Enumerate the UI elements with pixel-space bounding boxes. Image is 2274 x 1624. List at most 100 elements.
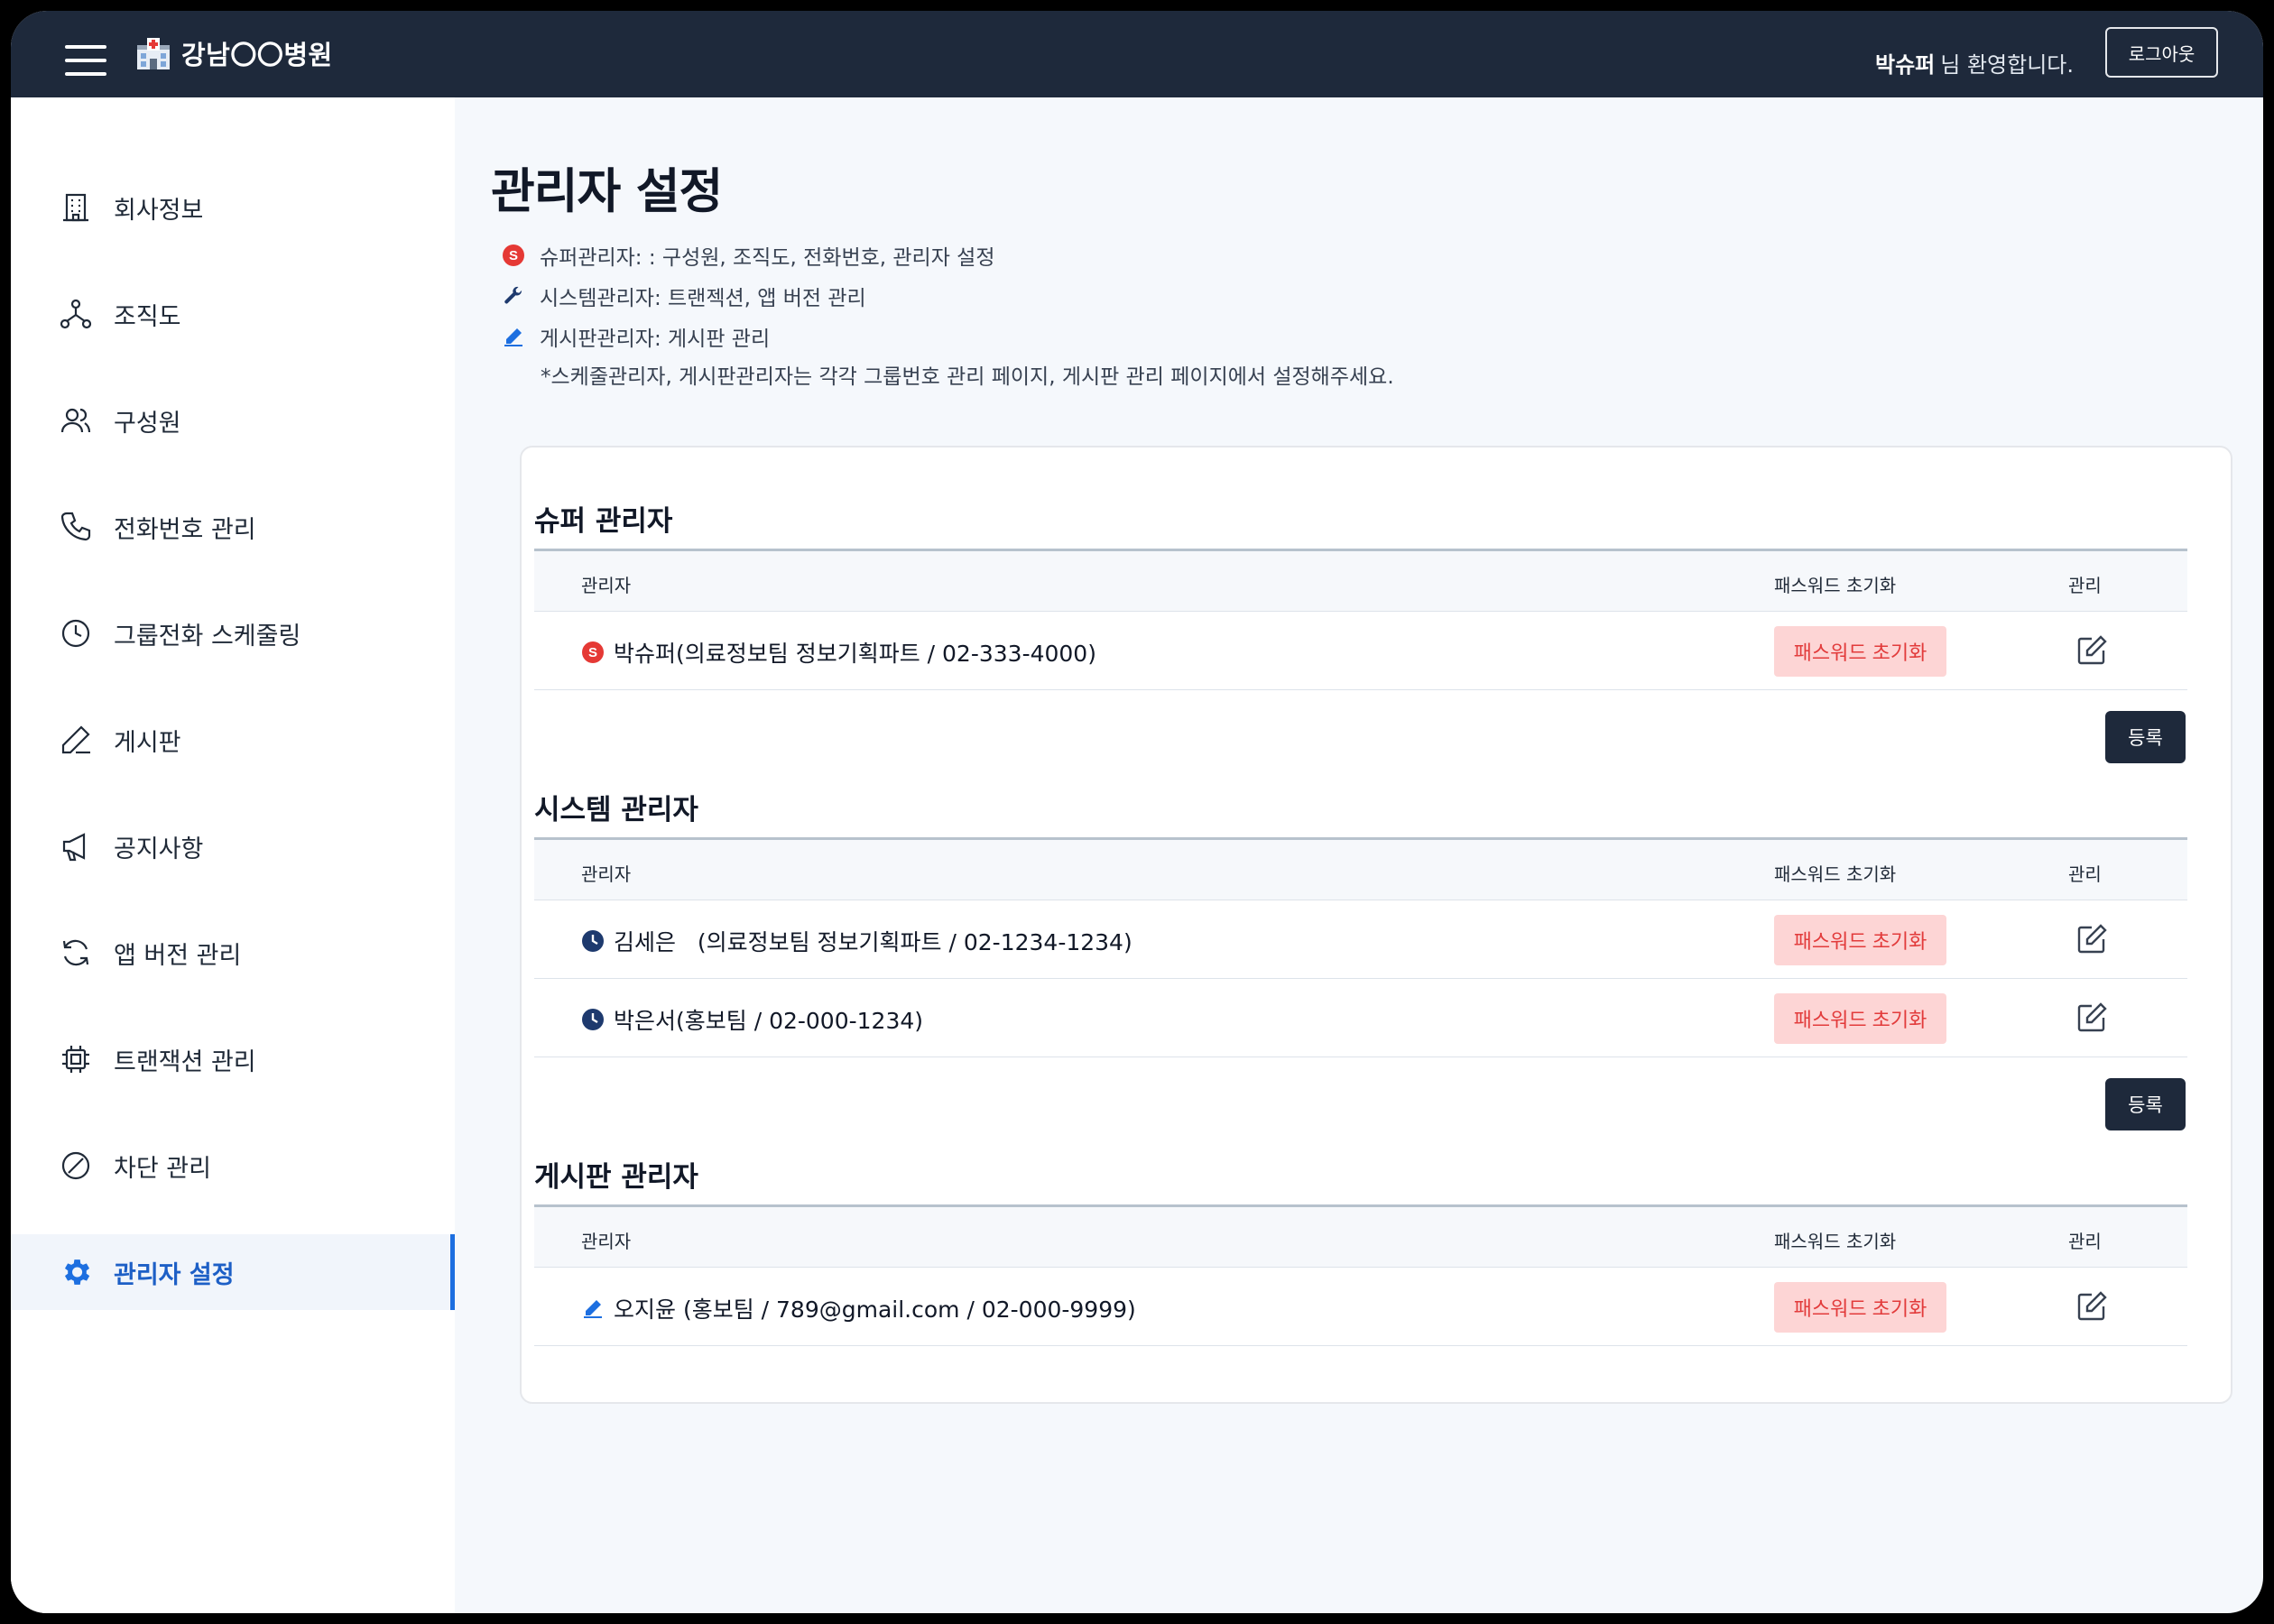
note-text: *스케줄관리자, 게시판관리자는 각각 그룹번호 관리 페이지, 게시판 관리 …: [541, 365, 1394, 389]
org-chart-icon: [58, 296, 94, 332]
legend-super: S 슈퍼관리자: : 구성원, 조직도, 전화번호, 관리자 설정: [502, 240, 995, 271]
block-icon: [58, 1148, 94, 1184]
logout-button[interactable]: 로그아웃: [2105, 27, 2218, 78]
table-row: 박은서(홍보팀 / 02-000-1234) 패스워드 초기화: [534, 979, 2187, 1057]
app-window: 강남〇〇병원 박슈퍼 님 환영합니다. 로그아웃 회사정보 조직도 구성원 전화…: [11, 11, 2263, 1613]
table-row: S 박슈퍼(의료정보팀 정보기획파트 / 02-333-4000) 패스워드 초…: [534, 612, 2187, 690]
col-admin: 관리자: [581, 863, 632, 885]
sidebar-item-label: 차단 관리: [114, 1154, 211, 1183]
table-header: 관리자 패스워드 초기화 관리: [534, 549, 2187, 612]
users-icon: [58, 402, 94, 438]
board-admin-table: 관리자 패스워드 초기화 관리 오지윤 (홍보팀 / 789@gmail.com…: [534, 1204, 2187, 1346]
sidebar-item-label: 앱 버전 관리: [114, 941, 242, 970]
svg-text:S: S: [509, 248, 518, 263]
sidebar-item-admin-settings[interactable]: 관리자 설정: [11, 1234, 455, 1310]
section-title-system: 시스템 관리자: [534, 794, 698, 826]
admin-name-cell: 오지윤 (홍보팀 / 789@gmail.com / 02-000-9999): [581, 1292, 1136, 1324]
col-manage: 관리: [2068, 1231, 2102, 1252]
admin-name: 박슈퍼(의료정보팀 정보기획파트 / 02-333-4000): [614, 641, 1096, 667]
hospital-icon: [137, 38, 170, 69]
sidebar-item-group-call-scheduling[interactable]: 그룹전화 스케줄링: [11, 595, 455, 671]
sidebar-item-transaction[interactable]: 트랜잭션 관리: [11, 1021, 455, 1097]
reset-password-button[interactable]: 패스워드 초기화: [1774, 626, 1946, 677]
sidebar-item-label: 게시판: [114, 728, 181, 757]
sidebar-item-label: 구성원: [114, 409, 181, 438]
col-manage: 관리: [2068, 575, 2102, 596]
table-row: 오지윤 (홍보팀 / 789@gmail.com / 02-000-9999) …: [534, 1268, 2187, 1346]
reset-password-button[interactable]: 패스워드 초기화: [1774, 1282, 1946, 1333]
sidebar-item-block-management[interactable]: 차단 관리: [11, 1128, 455, 1204]
register-button-super[interactable]: 등록: [2105, 711, 2186, 763]
admin-name-cell: 김세은 (의료정보팀 정보기획파트 / 02-1234-1234): [581, 925, 1132, 957]
sidebar-item-label: 조직도: [114, 302, 181, 331]
edit-icon[interactable]: [2075, 634, 2108, 667]
pen-blue-icon: [502, 325, 525, 348]
admin-card: 슈퍼 관리자 관리자 패스워드 초기화 관리 S 박슈퍼(의료정보팀 정보기획파…: [520, 446, 2232, 1404]
building-icon: [58, 189, 94, 226]
super-badge-icon: S: [581, 641, 605, 664]
sidebar-item-members[interactable]: 구성원: [11, 383, 455, 458]
admin-name: 박은서(홍보팀 / 02-000-1234): [614, 1008, 924, 1034]
admin-name-cell: 박은서(홍보팀 / 02-000-1234): [581, 1003, 923, 1036]
legend-text: 시스템관리자: 트랜젝션, 앱 버전 관리: [540, 287, 866, 310]
welcome-text: 박슈퍼 님 환영합니다.: [1875, 47, 2074, 78]
super-badge-icon: S: [502, 244, 525, 267]
sidebar-item-app-version[interactable]: 앱 버전 관리: [11, 915, 455, 991]
wrench-icon: [502, 284, 525, 308]
super-admin-table: 관리자 패스워드 초기화 관리 S 박슈퍼(의료정보팀 정보기획파트 / 02-…: [534, 549, 2187, 690]
admin-name: 김세은 (의료정보팀 정보기획파트 / 02-1234-1234): [614, 929, 1132, 955]
sidebar-item-org-chart[interactable]: 조직도: [11, 276, 455, 352]
chip-icon: [58, 1041, 94, 1077]
sidebar-item-board[interactable]: 게시판: [11, 702, 455, 778]
register-button-system[interactable]: 등록: [2105, 1078, 2186, 1130]
menu-icon[interactable]: [65, 45, 106, 76]
sidebar-item-label: 트랜잭션 관리: [114, 1047, 256, 1076]
legend-text: 슈퍼관리자: : 구성원, 조직도, 전화번호, 관리자 설정: [540, 246, 995, 270]
sidebar-item-label: 회사정보: [114, 196, 204, 225]
sidebar-item-company-info[interactable]: 회사정보: [11, 170, 455, 245]
megaphone-icon: [58, 828, 94, 864]
svg-text:S: S: [588, 645, 597, 660]
col-reset: 패스워드 초기화: [1774, 863, 1897, 885]
legend-system: 시스템관리자: 트랜젝션, 앱 버전 관리: [502, 281, 866, 311]
col-reset: 패스워드 초기화: [1774, 1231, 1897, 1252]
edit-icon[interactable]: [2075, 1001, 2108, 1034]
reset-password-button[interactable]: 패스워드 초기화: [1774, 993, 1946, 1044]
col-manage: 관리: [2068, 863, 2102, 885]
refresh-icon: [58, 935, 94, 971]
table-header: 관리자 패스워드 초기화 관리: [534, 837, 2187, 900]
pen-icon: [58, 722, 94, 758]
hospital-name: 강남〇〇병원: [181, 40, 333, 70]
logo[interactable]: 강남〇〇병원: [134, 34, 333, 72]
phone-icon: [58, 509, 94, 545]
col-admin: 관리자: [581, 1231, 632, 1252]
edit-icon[interactable]: [2075, 923, 2108, 955]
reset-password-button[interactable]: 패스워드 초기화: [1774, 915, 1946, 965]
edit-icon[interactable]: [2075, 1290, 2108, 1323]
legend-board: 게시판관리자: 게시판 관리: [502, 321, 770, 352]
section-title-super: 슈퍼 관리자: [534, 505, 673, 538]
table-header: 관리자 패스워드 초기화 관리: [534, 1204, 2187, 1268]
sidebar-item-phone-management[interactable]: 전화번호 관리: [11, 489, 455, 565]
page-title: 관리자 설정: [491, 164, 723, 219]
pen-blue-icon: [581, 1296, 605, 1320]
main-content: 관리자 설정 S 슈퍼관리자: : 구성원, 조직도, 전화번호, 관리자 설정…: [455, 97, 2263, 1613]
sidebar-item-label: 공지사항: [114, 835, 204, 863]
sidebar-item-label: 관리자 설정: [114, 1260, 235, 1289]
welcome-suffix: 님 환영합니다.: [1940, 52, 2074, 78]
legend-text: 게시판관리자: 게시판 관리: [540, 328, 771, 351]
clock-icon: [58, 615, 94, 651]
sidebar-item-label: 전화번호 관리: [114, 515, 256, 544]
col-reset: 패스워드 초기화: [1774, 575, 1897, 596]
clock-filled-icon: [581, 1008, 605, 1031]
table-row: 김세은 (의료정보팀 정보기획파트 / 02-1234-1234) 패스워드 초…: [534, 900, 2187, 979]
admin-name: 오지윤 (홍보팀 / 789@gmail.com / 02-000-9999): [614, 1296, 1136, 1323]
gear-icon: [58, 1254, 94, 1290]
top-bar: 강남〇〇병원 박슈퍼 님 환영합니다. 로그아웃: [11, 11, 2263, 97]
sidebar: 회사정보 조직도 구성원 전화번호 관리 그룹전화 스케줄링 게시판 공지사항 …: [11, 97, 455, 1613]
col-admin: 관리자: [581, 575, 632, 596]
sidebar-item-notices[interactable]: 공지사항: [11, 808, 455, 884]
admin-name-cell: S 박슈퍼(의료정보팀 정보기획파트 / 02-333-4000): [581, 636, 1096, 669]
section-title-board: 게시판 관리자: [534, 1161, 698, 1194]
sidebar-item-label: 그룹전화 스케줄링: [114, 622, 301, 651]
